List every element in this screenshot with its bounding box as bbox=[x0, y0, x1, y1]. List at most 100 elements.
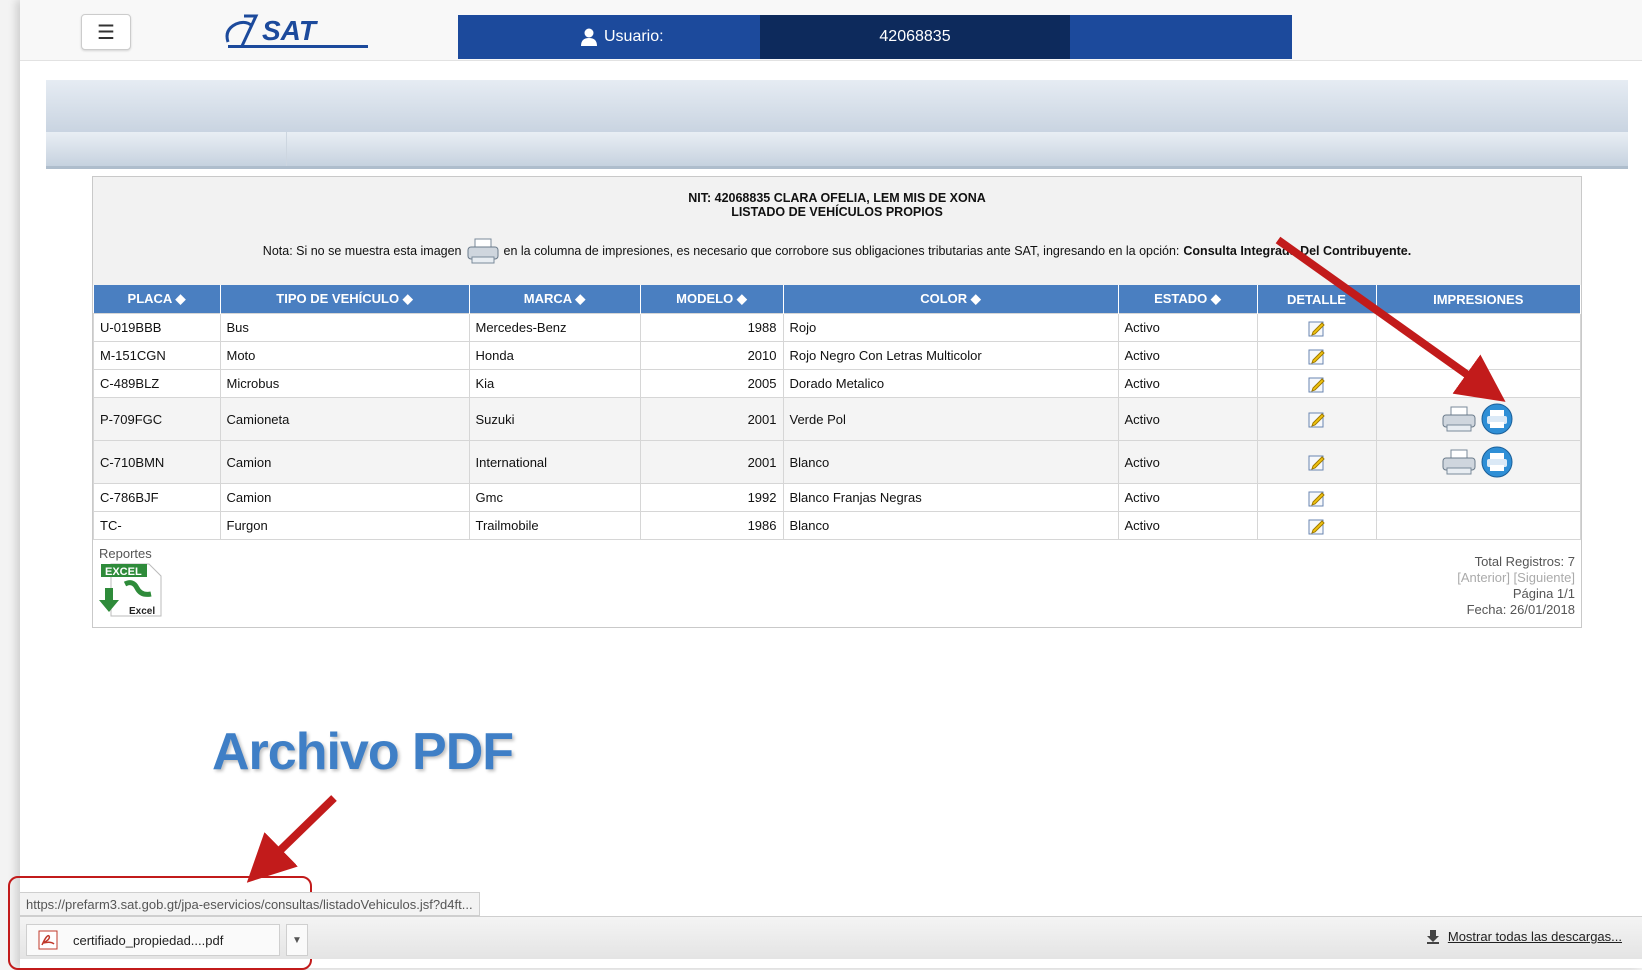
edit-detail-icon[interactable] bbox=[1308, 375, 1326, 393]
printer-icon bbox=[467, 238, 499, 264]
cell-impresiones bbox=[1375, 511, 1581, 540]
cell-impresiones[interactable] bbox=[1375, 440, 1581, 484]
edit-detail-icon[interactable] bbox=[1308, 489, 1326, 507]
table-row: U-019BBB Bus Mercedes-Benz 1988 Rojo Activo bbox=[93, 313, 1581, 342]
cell-placa: C-710BMN bbox=[93, 440, 221, 484]
cell-color: Blanco bbox=[782, 511, 1119, 540]
cell-marca: Gmc bbox=[468, 483, 641, 512]
user-label: Usuario: bbox=[580, 15, 664, 59]
svg-text:EXCEL: EXCEL bbox=[105, 566, 142, 578]
pager-links[interactable]: [Anterior] [Siguiente] bbox=[1457, 570, 1575, 586]
cell-tipo: Moto bbox=[219, 341, 470, 370]
svg-text:SAT: SAT bbox=[262, 15, 319, 46]
col-modelo[interactable]: MODELO ◆ bbox=[640, 285, 784, 314]
table-row: C-786BJF Camion Gmc 1992 Blanco Franjas Negr… bbox=[93, 483, 1581, 512]
chevron-down-icon: ▼ bbox=[292, 934, 302, 946]
download-bar: certifiado_propiedad....pdf ▼ Mostrar to… bbox=[20, 916, 1642, 959]
banner-bottom bbox=[46, 132, 1628, 169]
printer-icon[interactable] bbox=[1441, 448, 1477, 476]
col-placa[interactable]: PLACA ◆ bbox=[93, 285, 221, 314]
table-footer: Reportes EXCEL Excel Total Registros: 7 … bbox=[93, 540, 1581, 626]
cell-estado: Activo bbox=[1117, 341, 1258, 370]
col-impresiones: IMPRESIONES bbox=[1376, 285, 1581, 314]
cell-color: Rojo bbox=[782, 313, 1119, 342]
show-all-downloads-link[interactable]: Mostrar todas las descargas... bbox=[1426, 929, 1622, 944]
cell-tipo: Microbus bbox=[219, 369, 470, 398]
user-value: 42068835 bbox=[879, 28, 951, 45]
cell-estado: Activo bbox=[1117, 483, 1258, 512]
cell-detalle[interactable] bbox=[1256, 511, 1377, 540]
edit-detail-icon[interactable] bbox=[1308, 347, 1326, 365]
cell-impresiones bbox=[1375, 341, 1581, 370]
col-estado[interactable]: ESTADO ◆ bbox=[1118, 285, 1258, 314]
cell-marca: Trailmobile bbox=[468, 511, 641, 540]
cell-detalle[interactable] bbox=[1256, 440, 1377, 484]
cell-detalle[interactable] bbox=[1256, 483, 1377, 512]
cell-placa: U-019BBB bbox=[93, 313, 221, 342]
print-certificate-icon[interactable] bbox=[1479, 403, 1515, 435]
table-row: M-151CGN Moto Honda 2010 Rojo Negro Con Letr… bbox=[93, 341, 1581, 370]
nota-text: Nota: Si no se muestra esta imagen en la… bbox=[93, 237, 1581, 265]
cell-placa: M-151CGN bbox=[93, 341, 221, 370]
cell-impresiones bbox=[1375, 369, 1581, 398]
cell-modelo: 1988 bbox=[639, 313, 784, 342]
cell-marca: Kia bbox=[468, 369, 641, 398]
col-tipo[interactable]: TIPO DE VEHÍCULO ◆ bbox=[220, 285, 470, 314]
cell-estado: Activo bbox=[1117, 397, 1258, 441]
cell-marca: Mercedes-Benz bbox=[468, 313, 641, 342]
cell-detalle[interactable] bbox=[1256, 341, 1377, 370]
cell-estado: Activo bbox=[1117, 511, 1258, 540]
reportes-label: Reportes bbox=[99, 546, 152, 561]
cell-impresiones bbox=[1375, 313, 1581, 342]
cell-detalle[interactable] bbox=[1256, 313, 1377, 342]
download-options-button[interactable]: ▼ bbox=[286, 924, 308, 956]
pagination-info: Total Registros: 7 [Anterior] [Siguiente… bbox=[1457, 554, 1575, 617]
status-url: https://prefarm3.sat.gob.gt/jpa-eservici… bbox=[20, 892, 480, 916]
edit-detail-icon[interactable] bbox=[1308, 453, 1326, 471]
excel-export-icon[interactable]: EXCEL Excel bbox=[99, 562, 165, 618]
cell-tipo: Camion bbox=[219, 440, 470, 484]
cell-color: Verde Pol bbox=[782, 397, 1119, 441]
cell-color: Blanco bbox=[782, 440, 1119, 484]
cell-modelo: 2001 bbox=[639, 440, 784, 484]
cell-modelo: 2001 bbox=[639, 397, 784, 441]
printer-icon[interactable] bbox=[1441, 405, 1477, 433]
cell-modelo: 1986 bbox=[639, 511, 784, 540]
banner-top bbox=[46, 80, 1628, 132]
menu-toggle-button[interactable]: ☰ bbox=[81, 14, 131, 50]
pdf-file-icon bbox=[38, 930, 58, 950]
cell-tipo: Camioneta bbox=[219, 397, 470, 441]
cell-detalle[interactable] bbox=[1256, 397, 1377, 441]
cell-tipo: Camion bbox=[219, 483, 470, 512]
cell-impresiones[interactable] bbox=[1375, 397, 1581, 441]
cell-modelo: 2005 bbox=[639, 369, 784, 398]
cell-detalle[interactable] bbox=[1256, 369, 1377, 398]
svg-text:Excel: Excel bbox=[129, 606, 155, 617]
col-marca[interactable]: MARCA ◆ bbox=[469, 285, 641, 314]
cell-modelo: 1992 bbox=[639, 483, 784, 512]
cell-color: Blanco Franjas Negras bbox=[782, 483, 1119, 512]
print-certificate-icon[interactable] bbox=[1479, 446, 1515, 478]
download-item[interactable]: certifiado_propiedad....pdf bbox=[26, 924, 280, 956]
archivo-pdf-annotation: Archivo PDF bbox=[212, 723, 514, 781]
col-color[interactable]: COLOR ◆ bbox=[783, 285, 1119, 314]
consulta-link[interactable]: Consulta Integrada Del Contribuyente. bbox=[1183, 244, 1411, 258]
cell-estado: Activo bbox=[1117, 313, 1258, 342]
edit-detail-icon[interactable] bbox=[1308, 410, 1326, 428]
edit-detail-icon[interactable] bbox=[1308, 319, 1326, 337]
cell-placa: TC- bbox=[93, 511, 221, 540]
table-row: P-709FGC Camioneta Suzuki 2001 Verde Pol Acti… bbox=[93, 397, 1581, 441]
cell-estado: Activo bbox=[1117, 440, 1258, 484]
cell-tipo: Furgon bbox=[219, 511, 470, 540]
cell-color: Rojo Negro Con Letras Multicolor bbox=[782, 341, 1119, 370]
vehicle-table: PLACA ◆ TIPO DE VEHÍCULO ◆ MARCA ◆ MODEL… bbox=[93, 285, 1581, 540]
cell-marca: International bbox=[468, 440, 641, 484]
cell-marca: Honda bbox=[468, 341, 641, 370]
sat-logo[interactable]: SAT bbox=[222, 12, 374, 52]
cell-estado: Activo bbox=[1117, 369, 1258, 398]
table-row: C-489BLZ Microbus Kia 2005 Dorado Metalico Ac… bbox=[93, 369, 1581, 398]
edit-detail-icon[interactable] bbox=[1308, 517, 1326, 535]
cell-impresiones bbox=[1375, 483, 1581, 512]
user-icon bbox=[581, 28, 597, 46]
table-row: C-710BMN Camion International 2001 Blanco Act… bbox=[93, 440, 1581, 484]
